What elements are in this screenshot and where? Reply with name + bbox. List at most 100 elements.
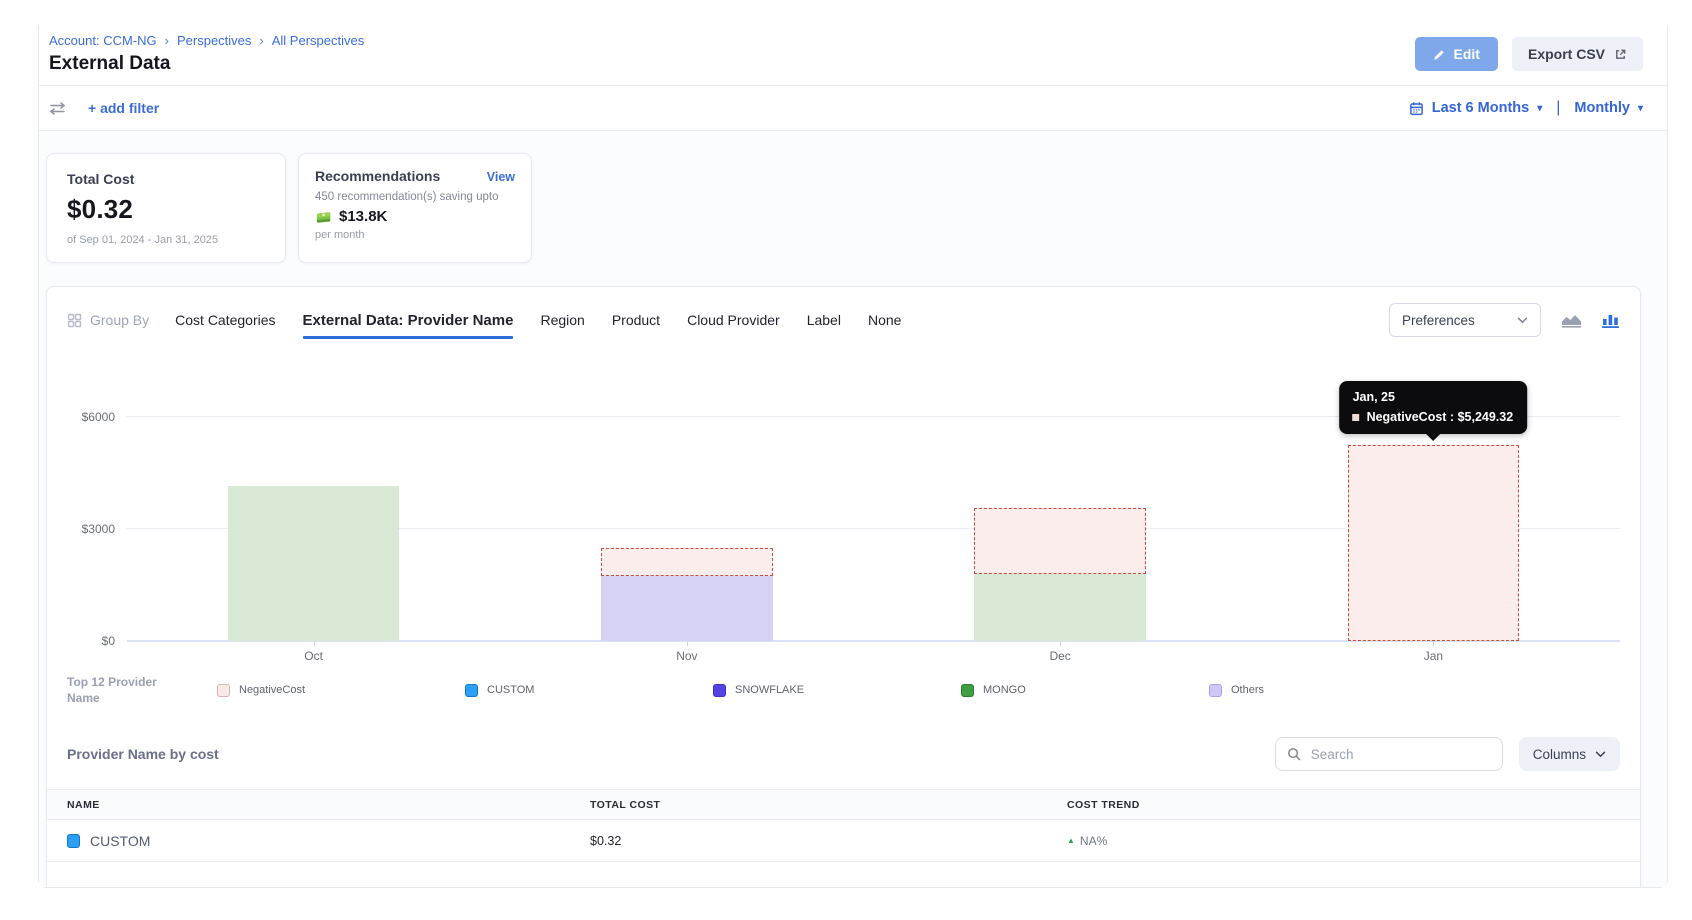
bar-nov[interactable] (601, 345, 773, 641)
bar-dec[interactable] (974, 345, 1146, 641)
bar-segment-negativecost[interactable] (974, 508, 1146, 574)
chevron-down-icon: ▾ (1537, 103, 1542, 114)
x-axis-label: Jan (1247, 649, 1620, 663)
tooltip-value: $5,249.32 (1458, 410, 1514, 424)
x-axis-label: Nov (500, 649, 873, 663)
table-row-custom[interactable]: CUSTOM$0.32▲NA% (47, 820, 1640, 862)
breadcrumb-item-account-ccm-ng[interactable]: Account: CCM-NG (49, 33, 157, 48)
external-link-icon (1614, 48, 1627, 61)
column-header-cost-trend[interactable]: COST TREND (1067, 799, 1620, 811)
chart-category-oct: Oct (127, 345, 500, 641)
legend-item-negativecost[interactable]: NegativeCost (217, 684, 465, 697)
tooltip-series-bullet (1353, 414, 1360, 421)
tooltip-series-name: NegativeCost (1367, 410, 1447, 424)
export-csv-label: Export CSV (1528, 46, 1605, 62)
legend-title: Top 12 Provider Name (67, 674, 172, 706)
page-title: External Data (49, 53, 364, 75)
trend-up-icon: ▲ (1067, 836, 1075, 845)
chart-legend: Top 12 Provider Name NegativeCost CUSTOM S… (47, 667, 1640, 721)
table-actions: Columns (1275, 737, 1620, 771)
recommendations-label: Recommendations (315, 168, 440, 184)
tab-cloud-provider[interactable]: Cloud Provider (687, 312, 780, 328)
chart-category-dec: Dec (874, 345, 1247, 641)
breadcrumb[interactable]: Account: CCM-NG › Perspectives › All Perspec… (49, 33, 364, 48)
tab-label[interactable]: Label (807, 312, 841, 328)
chevron-down-icon: ▾ (1638, 103, 1643, 114)
bar-segment-mongo[interactable] (228, 486, 400, 641)
x-axis-tick (1060, 641, 1061, 646)
edit-button[interactable]: Edit (1415, 37, 1498, 71)
bar-segment-negativecost[interactable] (601, 548, 773, 575)
legend-label: NegativeCost (239, 684, 305, 696)
column-header-name[interactable]: NAME (67, 799, 590, 811)
breadcrumb-item-perspectives[interactable]: Perspectives (177, 33, 251, 48)
time-controls: Last 6 Months ▾ | Monthly ▾ (1409, 99, 1643, 117)
legend-label: CUSTOM (487, 684, 534, 696)
x-axis-label: Oct (127, 649, 500, 663)
search-input[interactable] (1309, 746, 1491, 763)
total-cost-value: $0.32 (67, 194, 265, 225)
view-recommendations-link[interactable]: View (487, 170, 515, 184)
grid-icon (67, 313, 82, 328)
breadcrumb-separator: › (259, 33, 263, 48)
bar-segment-snowflake[interactable] (601, 576, 773, 641)
search-icon (1287, 747, 1301, 761)
total-cost-label: Total Cost (67, 171, 265, 187)
recommendations-summary: 450 recommendation(s) saving upto (315, 191, 515, 203)
total-cost-card: Total Cost $0.32 of Sep 01, 2024 - Jan 3… (46, 153, 286, 263)
chevron-down-icon (1595, 751, 1606, 758)
tab-external-data-provider-name[interactable]: External Data: Provider Name (303, 312, 514, 329)
bar-segment-negativecost[interactable] (1348, 445, 1520, 641)
filter-settings-icon[interactable] (49, 101, 66, 116)
columns-button-label: Columns (1533, 747, 1586, 762)
legend-item-custom[interactable]: CUSTOM (465, 684, 713, 697)
date-range-dropdown[interactable]: Last 6 Months ▾ (1432, 100, 1543, 116)
savings-amount: $13.8K (339, 208, 387, 225)
tab-region[interactable]: Region (540, 312, 584, 328)
savings-period: per month (315, 229, 515, 241)
legend-color-chip (465, 684, 478, 697)
export-csv-button[interactable]: Export CSV (1512, 37, 1643, 71)
tab-product[interactable]: Product (612, 312, 660, 328)
page-header: Account: CCM-NG › Perspectives › All Perspec… (39, 25, 1667, 85)
legend-item-mongo[interactable]: MONGO (961, 684, 1209, 697)
trend-value: NA% (1080, 834, 1107, 848)
total-cost-period: of Sep 01, 2024 - Jan 31, 2025 (67, 234, 265, 246)
x-axis-tick (1433, 641, 1434, 646)
columns-button[interactable]: Columns (1519, 737, 1620, 771)
legend-item-snowflake[interactable]: SNOWFLAKE (713, 684, 961, 697)
table-title: Provider Name by cost (67, 746, 219, 762)
granularity-dropdown[interactable]: Monthly ▾ (1574, 100, 1643, 116)
preferences-dropdown[interactable]: Preferences (1389, 303, 1541, 337)
group-by-tabs: Cost Categories External Data: Provider N… (175, 312, 901, 329)
bar-oct[interactable] (228, 345, 400, 641)
x-axis-label: Dec (874, 649, 1247, 663)
search-box[interactable] (1275, 737, 1503, 771)
date-range-label: Last 6 Months (1432, 100, 1529, 116)
bar-chart-toggle[interactable] (1602, 313, 1620, 328)
tooltip-separator: : (1446, 410, 1457, 424)
tab-cost-categories[interactable]: Cost Categories (175, 312, 275, 328)
column-header-total-cost[interactable]: TOTAL COST (590, 799, 1067, 811)
area-chart-toggle[interactable] (1561, 313, 1582, 328)
add-filter-button[interactable]: + add filter (88, 100, 159, 116)
table-header-row: NAMETOTAL COSTCOST TREND (47, 789, 1640, 820)
bar-segment-mongo[interactable] (974, 574, 1146, 641)
tab-none[interactable]: None (868, 312, 901, 328)
chart-tooltip: Jan, 25 NegativeCost : $5,249.32 (1340, 381, 1528, 434)
y-axis-label: $0 (67, 634, 115, 648)
legend-color-chip (217, 684, 230, 697)
provider-color-chip (67, 834, 80, 848)
breadcrumb-separator: › (165, 33, 169, 48)
tooltip-title: Jan, 25 (1353, 390, 1514, 404)
legend-item-others[interactable]: Others (1209, 684, 1457, 697)
breadcrumb-item-all-perspectives[interactable]: All Perspectives (272, 33, 364, 48)
chart-category-nov: Nov (500, 345, 873, 641)
money-icon (315, 210, 332, 224)
y-axis-label: $6000 (67, 410, 115, 424)
group-by-row: Group By Cost CategoriesExternal Data: P… (47, 287, 1640, 345)
cost-chart[interactable]: Jan, 25 NegativeCost : $5,249.32 $0$3000… (67, 345, 1620, 667)
table-row-partial (47, 862, 1640, 887)
x-axis-tick (687, 641, 688, 646)
header-actions: Edit Export CSV (1415, 37, 1643, 71)
